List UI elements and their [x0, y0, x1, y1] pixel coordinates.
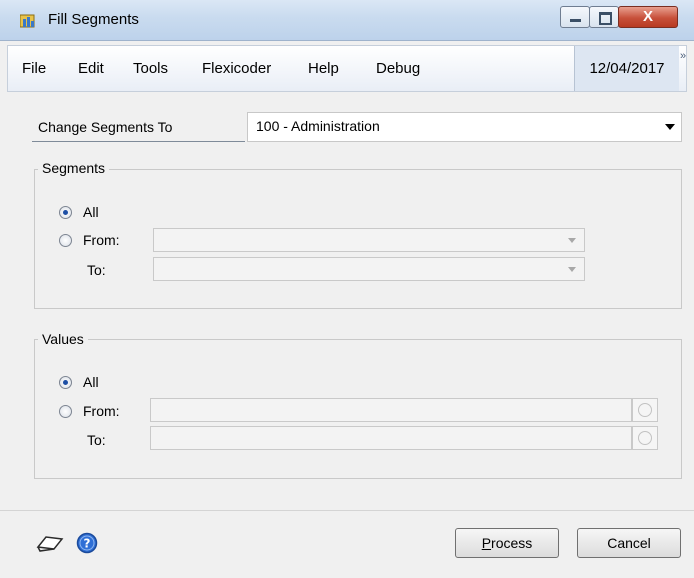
change-segments-label: Change Segments To: [38, 119, 173, 135]
title-bar: Fill Segments X: [0, 0, 694, 41]
menu-debug[interactable]: Debug: [376, 60, 420, 77]
close-icon: X: [642, 8, 653, 25]
minimize-button[interactable]: [560, 6, 590, 28]
change-segments-value: 100 - Administration: [256, 118, 380, 134]
values-to-lookup-button[interactable]: [632, 426, 658, 450]
chevron-down-icon: [665, 124, 675, 130]
segments-group-title: Segments: [38, 160, 110, 176]
process-button[interactable]: Process: [455, 528, 559, 558]
menu-tools[interactable]: Tools: [133, 60, 168, 77]
note-icon[interactable]: [36, 533, 64, 553]
cancel-button-label: Cancel: [607, 535, 651, 551]
values-from-lookup-button[interactable]: [632, 398, 658, 422]
chevron-right-icon[interactable]: »: [680, 50, 686, 62]
maximize-button[interactable]: [589, 6, 619, 28]
cancel-button[interactable]: Cancel: [577, 528, 681, 558]
lookup-icon: [638, 431, 652, 445]
segments-from-dropdown[interactable]: [153, 228, 585, 252]
segments-from-radio[interactable]: [59, 234, 72, 247]
chevron-down-icon: [568, 267, 576, 272]
window-title: Fill Segments: [48, 11, 139, 28]
app-icon: [20, 14, 35, 28]
menu-file[interactable]: File: [22, 60, 46, 77]
minimize-icon: [570, 19, 581, 22]
segments-all-label: All: [83, 204, 99, 220]
values-all-label: All: [83, 374, 99, 390]
process-button-mnemonic: P: [481, 535, 492, 551]
segments-to-label: To:: [87, 262, 106, 278]
menu-bar: File Edit Tools Flexicoder Help Debug 12…: [7, 45, 687, 92]
segments-from-label: From:: [83, 232, 120, 248]
menu-flexicoder[interactable]: Flexicoder: [202, 60, 271, 77]
values-to-field[interactable]: [150, 426, 632, 450]
menu-edit[interactable]: Edit: [78, 60, 104, 77]
values-all-radio[interactable]: [59, 376, 72, 389]
close-button[interactable]: X: [618, 6, 678, 28]
segments-to-dropdown[interactable]: [153, 257, 585, 281]
maximize-icon: [599, 12, 612, 25]
svg-text:?: ?: [84, 537, 91, 551]
menu-help[interactable]: Help: [308, 60, 339, 77]
values-group-title: Values: [38, 331, 88, 347]
help-icon[interactable]: ?: [76, 532, 98, 554]
values-from-radio[interactable]: [59, 405, 72, 418]
values-to-label: To:: [87, 432, 106, 448]
user-date-display[interactable]: 12/04/2017: [574, 46, 679, 91]
label-underline: [32, 141, 245, 142]
process-button-label: rocess: [491, 535, 533, 551]
change-segments-dropdown[interactable]: 100 - Administration: [247, 112, 682, 142]
segments-all-radio[interactable]: [59, 206, 72, 219]
values-from-label: From:: [83, 403, 120, 419]
chevron-down-icon: [568, 238, 576, 243]
values-from-field[interactable]: [150, 398, 632, 422]
lookup-icon: [638, 403, 652, 417]
